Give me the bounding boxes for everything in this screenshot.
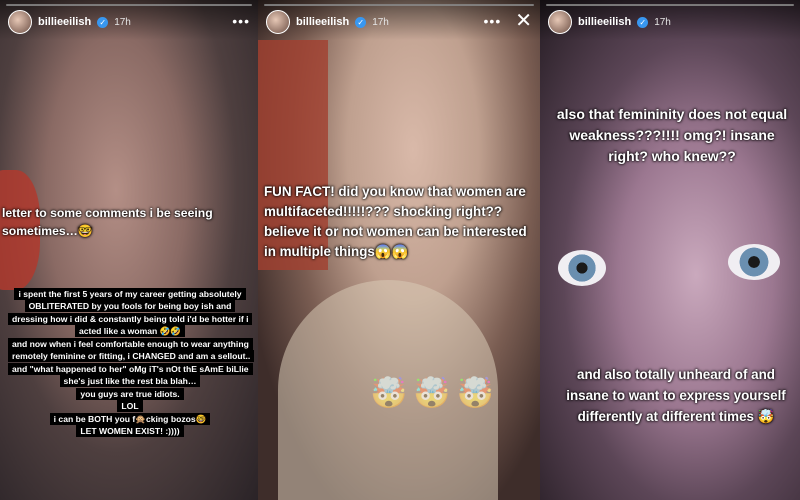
boxed-text-line: you guys are true idiots. <box>8 387 252 400</box>
username[interactable]: billieeilish <box>38 16 91 28</box>
story-caption-bottom: and also totally unheard of and insane t… <box>566 367 786 424</box>
story-text-box: i spent the first 5 years of my career g… <box>8 288 255 437</box>
emoji-sticker-row: 🤯 🤯 🤯 <box>370 376 494 411</box>
boxed-text-line: LET WOMEN EXIST! :)))) <box>8 424 252 437</box>
post-time: 17h <box>114 16 131 28</box>
username[interactable]: billieeilish <box>578 16 631 28</box>
more-options-icon[interactable]: ••• <box>232 13 250 29</box>
story-panel-3[interactable]: billieeilish ✓ 17h also that femininity … <box>540 0 800 500</box>
eye-left <box>558 250 606 286</box>
avatar[interactable] <box>548 10 572 34</box>
verified-badge-icon: ✓ <box>637 16 649 28</box>
boxed-text-line: i can be BOTH you f🙊cking bozos🤓 <box>8 412 252 425</box>
mind-blown-emoji-icon: 🤯 <box>370 377 408 410</box>
stories-collage: billieeilish ✓ 17h ••• letter to some co… <box>0 0 800 500</box>
close-icon[interactable]: ✕ <box>515 11 532 31</box>
story-caption-top: also that femininity does not equal weak… <box>556 106 788 164</box>
avatar[interactable] <box>266 10 290 34</box>
eye-right <box>728 244 780 280</box>
story-panel-1[interactable]: billieeilish ✓ 17h ••• letter to some co… <box>0 0 258 500</box>
post-time: 17h <box>654 16 671 28</box>
boxed-text-line: i spent the first 5 years of my career g… <box>8 288 253 338</box>
story-header: billieeilish ✓ 17h <box>540 0 800 40</box>
mind-blown-emoji-icon: 🤯 <box>456 377 495 410</box>
post-time: 17h <box>372 16 389 28</box>
username[interactable]: billieeilish <box>296 16 349 28</box>
story-header: billieeilish ✓ 17h ••• <box>0 0 258 40</box>
story-caption: letter to some comments i be seeing some… <box>2 206 213 238</box>
avatar[interactable] <box>8 10 32 34</box>
verified-badge-icon: ✓ <box>355 16 367 28</box>
mind-blown-emoji-icon: 🤯 <box>413 377 451 410</box>
story-panel-2[interactable]: billieeilish ✓ 17h ••• ✕ FUN FACT! did y… <box>258 0 540 500</box>
story-header: billieeilish ✓ 17h ••• ✕ <box>258 0 540 40</box>
verified-badge-icon: ✓ <box>97 16 109 28</box>
story-caption: FUN FACT! did you know that women are mu… <box>264 184 527 260</box>
boxed-text-line: and now when i feel comfortable enough t… <box>8 337 255 388</box>
more-options-icon[interactable]: ••• <box>484 13 502 29</box>
boxed-text-line: LOL <box>8 400 252 413</box>
